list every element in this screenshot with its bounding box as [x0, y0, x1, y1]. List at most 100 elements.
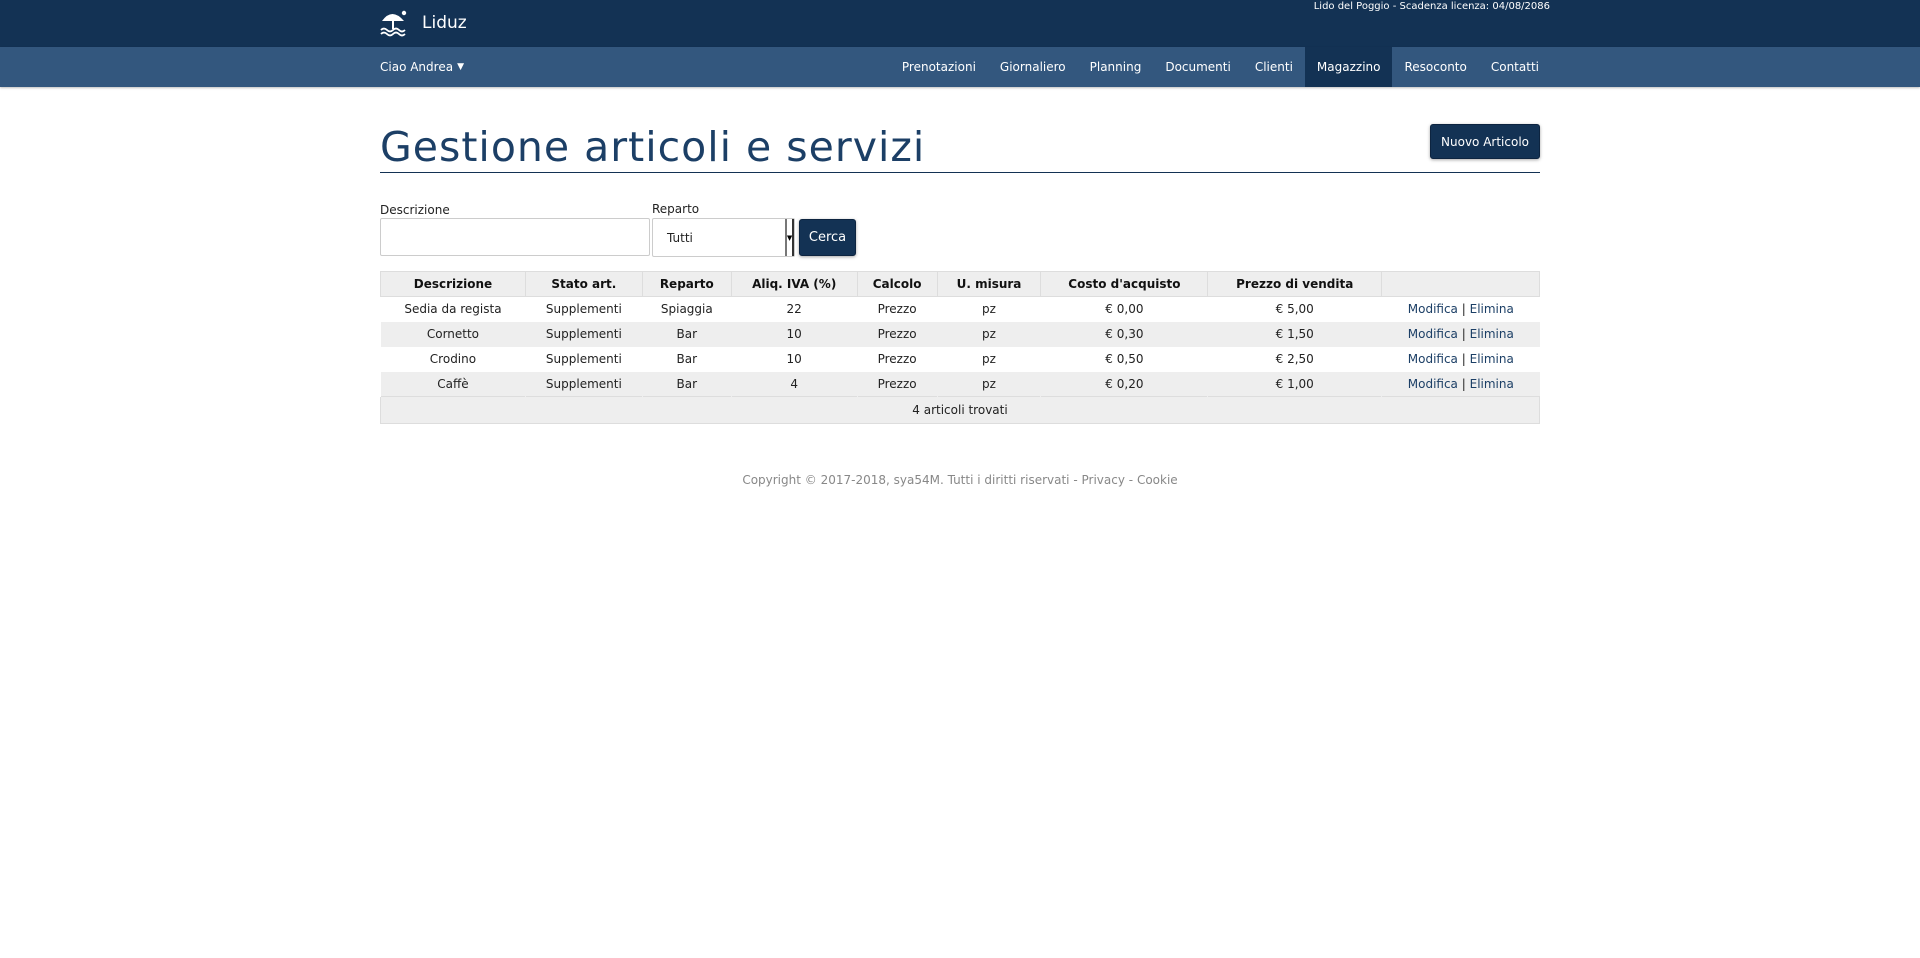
cell-actions: Modifica | Elimina — [1382, 347, 1540, 372]
results-count: 4 articoli trovati — [380, 396, 1540, 424]
cell-vat: 22 — [786, 302, 802, 317]
cell-unit: pz — [937, 371, 1041, 397]
page-header: Gestione articoli e servizi Nuovo Artico… — [380, 87, 1540, 173]
edit-link[interactable]: Modifica — [1408, 302, 1458, 316]
cell-actions: Modifica | Elimina — [1381, 321, 1540, 347]
column-header[interactable]: Aliq. IVA (%) — [730, 271, 858, 297]
cell-description: Sedia da regista — [404, 302, 502, 317]
cell-status: Supplementi — [525, 371, 643, 397]
cell-price: € 5,00 — [1275, 302, 1314, 317]
page-title: Gestione articoli e servizi — [380, 123, 926, 171]
dropdown-arrow-icon: ▼ — [785, 219, 794, 256]
table-footer-row: 4 articoli trovati — [380, 396, 1540, 424]
delete-link[interactable]: Elimina — [1470, 377, 1514, 391]
column-header[interactable]: Calcolo — [856, 271, 938, 297]
separator: | — [1461, 352, 1466, 366]
cell-cost: € 0,30 — [1040, 321, 1208, 347]
footer-separator: - — [1128, 473, 1134, 487]
edit-link[interactable]: Modifica — [1408, 327, 1458, 341]
nav-item-clienti[interactable]: Clienti — [1243, 47, 1305, 87]
cell-department: Bar — [642, 371, 732, 397]
table-row: Crodino Supplementi Bar 10 Prezzo pz € 0… — [381, 347, 1540, 372]
beach-umbrella-icon — [380, 10, 407, 37]
user-greeting: Ciao Andrea — [380, 60, 454, 74]
cell-status: Supplementi — [545, 352, 622, 366]
nav-item-magazzino[interactable]: Magazzino — [1304, 47, 1393, 87]
cell-status: Supplementi — [545, 302, 622, 317]
separator: | — [1461, 327, 1466, 341]
new-article-button[interactable]: Nuovo Articolo — [1430, 124, 1540, 159]
brand[interactable]: Liduz — [380, 9, 467, 37]
nav-item-prenotazioni[interactable]: Prenotazioni — [890, 47, 988, 87]
cell-calculation: Prezzo — [857, 321, 938, 347]
cell-actions: Modifica | Elimina — [1381, 371, 1540, 397]
cell-unit: pz — [982, 352, 996, 366]
copyright-text: Copyright © 2017-2018, sya54M. Tutti i d… — [742, 473, 1070, 487]
column-header[interactable]: Costo d'acquisto — [1040, 271, 1209, 297]
separator: | — [1461, 302, 1466, 317]
cell-price: € 1,00 — [1207, 371, 1382, 397]
cell-department: Bar — [676, 352, 698, 366]
license-info: Lido del Poggio - Scadenza licenza: 04/0… — [1313, 1, 1550, 12]
column-header[interactable]: Prezzo di vendita — [1207, 271, 1383, 297]
delete-link[interactable]: Elimina — [1470, 352, 1514, 366]
cell-description: Caffè — [380, 371, 526, 397]
edit-link[interactable]: Modifica — [1408, 377, 1458, 391]
footer-separator: - — [1073, 473, 1078, 487]
cell-calculation: Prezzo — [877, 302, 917, 317]
nav-item-resoconto[interactable]: Resoconto — [1392, 47, 1478, 87]
table-row: Sedia da regista Supplementi Spiaggia 22… — [381, 297, 1540, 322]
nav-item-contatti[interactable]: Contatti — [1479, 47, 1551, 87]
table-header-row: Descrizione Stato art. Reparto Aliq. IVA… — [380, 271, 1540, 297]
cell-calculation: Prezzo — [877, 352, 917, 366]
main-menu: Prenotazioni Giornaliero Planning Docume… — [890, 47, 1551, 87]
cell-actions: Modifica | Elimina — [1382, 297, 1540, 322]
brand-name: Liduz — [422, 13, 467, 33]
cell-cost: € 0,20 — [1040, 371, 1208, 397]
department-label: Reparto — [652, 202, 700, 216]
delete-link[interactable]: Elimina — [1470, 302, 1514, 316]
cell-cost: € 0,00 — [1105, 302, 1144, 317]
privacy-link[interactable]: Privacy — [1082, 473, 1125, 487]
cell-calculation: Prezzo — [857, 371, 938, 397]
description-input[interactable] — [380, 218, 650, 256]
table-row: Caffè Supplementi Bar 4 Prezzo pz € 0,20… — [380, 371, 1540, 397]
articles-table: Descrizione Stato art. Reparto Aliq. IVA… — [380, 271, 1540, 424]
cell-vat: 10 — [731, 321, 858, 347]
column-header[interactable]: Descrizione — [380, 271, 526, 297]
cell-status: Supplementi — [525, 321, 643, 347]
edit-link[interactable]: Modifica — [1408, 352, 1458, 366]
user-menu[interactable]: Ciao Andrea ▼ — [380, 47, 464, 87]
cell-cost: € 0,50 — [1105, 352, 1144, 366]
cell-vat: 10 — [786, 352, 802, 366]
cell-unit: pz — [982, 302, 996, 317]
column-header[interactable]: U. misura — [936, 271, 1042, 297]
cell-price: € 1,50 — [1207, 321, 1382, 347]
main-content: Gestione articoli e servizi Nuovo Artico… — [380, 87, 1540, 424]
cell-department: Bar — [642, 321, 732, 347]
cell-unit: pz — [937, 321, 1041, 347]
table-row: Cornetto Supplementi Bar 10 Prezzo pz € … — [380, 321, 1540, 347]
search-button[interactable]: Cerca — [799, 219, 856, 256]
cookie-link[interactable]: Cookie — [1137, 473, 1178, 487]
nav-bar: Ciao Andrea ▼ Prenotazioni Giornaliero P… — [0, 47, 1920, 87]
nav-item-documenti[interactable]: Documenti — [1153, 47, 1243, 87]
cell-department: Spiaggia — [660, 302, 713, 317]
cell-description: Cornetto — [380, 321, 526, 347]
separator: | — [1461, 376, 1466, 391]
description-label: Descrizione — [380, 203, 450, 217]
cell-description: Crodino — [429, 352, 477, 366]
column-header[interactable]: Reparto — [641, 271, 732, 297]
nav-item-giornaliero[interactable]: Giornaliero — [988, 47, 1078, 87]
column-header-actions — [1381, 271, 1540, 297]
cell-vat: 4 — [731, 371, 858, 397]
nav-item-planning[interactable]: Planning — [1078, 47, 1154, 87]
column-header[interactable]: Stato art. — [524, 271, 643, 297]
department-select[interactable]: Tutti ▼ — [652, 218, 795, 257]
cell-price: € 2,50 — [1275, 352, 1314, 366]
delete-link[interactable]: Elimina — [1470, 327, 1514, 341]
search-form: Descrizione Reparto Tutti ▼ Cerca — [380, 173, 1540, 271]
caret-down-icon: ▼ — [457, 62, 464, 72]
top-bar: Liduz Lido del Poggio - Scadenza licenza… — [0, 0, 1920, 47]
department-select-value: Tutti — [667, 230, 693, 245]
